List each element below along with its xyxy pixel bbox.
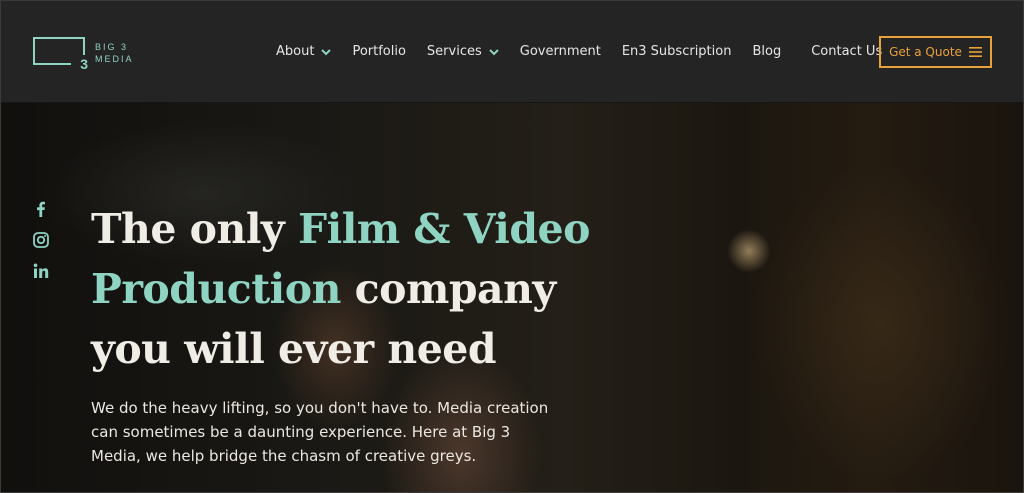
chevron-down-icon: [321, 48, 332, 55]
page: 3 BIG 3 MEDIA About Portfolio Services G…: [0, 0, 1024, 493]
headline-text: you will ever need: [91, 325, 497, 373]
hamburger-menu-icon: [968, 47, 982, 57]
social-links: [32, 200, 52, 293]
instagram-icon[interactable]: [32, 231, 50, 249]
logo-line-2: MEDIA: [95, 54, 134, 64]
nav-item-label: Services: [426, 44, 482, 59]
headline-accent: Film & Video: [298, 205, 590, 253]
nav-item-en3-subscription[interactable]: En3 Subscription: [622, 44, 732, 59]
main-nav: About Portfolio Services Government En3 …: [276, 44, 882, 59]
nav-item-label: En3 Subscription: [621, 44, 732, 59]
hero-subtext: We do the heavy lifting, so you don't ha…: [91, 399, 549, 465]
site-header: 3 BIG 3 MEDIA About Portfolio Services G…: [1, 1, 1023, 103]
hero-section: The only Film & Video Production company…: [1, 103, 1023, 492]
linkedin-icon[interactable]: [32, 262, 50, 280]
get-a-quote-button[interactable]: Get a Quote: [879, 36, 992, 68]
facebook-icon[interactable]: [32, 200, 50, 218]
nav-item-portfolio[interactable]: Portfolio: [352, 44, 405, 59]
chevron-down-icon: [489, 48, 499, 55]
nav-item-label: About: [276, 44, 315, 59]
headline-accent: Production: [91, 265, 341, 313]
logo-mark-number: 3: [80, 56, 88, 72]
nav-item-services[interactable]: Services: [427, 44, 500, 59]
nav-item-about[interactable]: About: [276, 44, 332, 59]
nav-item-contact-us[interactable]: Contact Us: [811, 44, 882, 59]
headline-text: company: [340, 265, 557, 313]
hero-headline: The only Film & Video Production company…: [91, 199, 611, 379]
logo-line-1: BIG 3: [95, 42, 129, 52]
nav-item-label: Portfolio: [352, 44, 406, 59]
logo[interactable]: 3 BIG 3 MEDIA: [33, 37, 134, 72]
logo-text: BIG 3 MEDIA: [95, 41, 134, 65]
logo-mark: 3: [33, 37, 89, 72]
get-a-quote-label: Get a Quote: [889, 45, 962, 59]
nav-item-label: Blog: [752, 44, 782, 59]
nav-item-blog[interactable]: Blog: [752, 44, 781, 59]
nav-item-government[interactable]: Government: [520, 44, 601, 59]
nav-item-label: Government: [519, 44, 601, 59]
nav-item-label: Contact Us: [811, 44, 883, 59]
headline-text: The only: [91, 205, 299, 253]
